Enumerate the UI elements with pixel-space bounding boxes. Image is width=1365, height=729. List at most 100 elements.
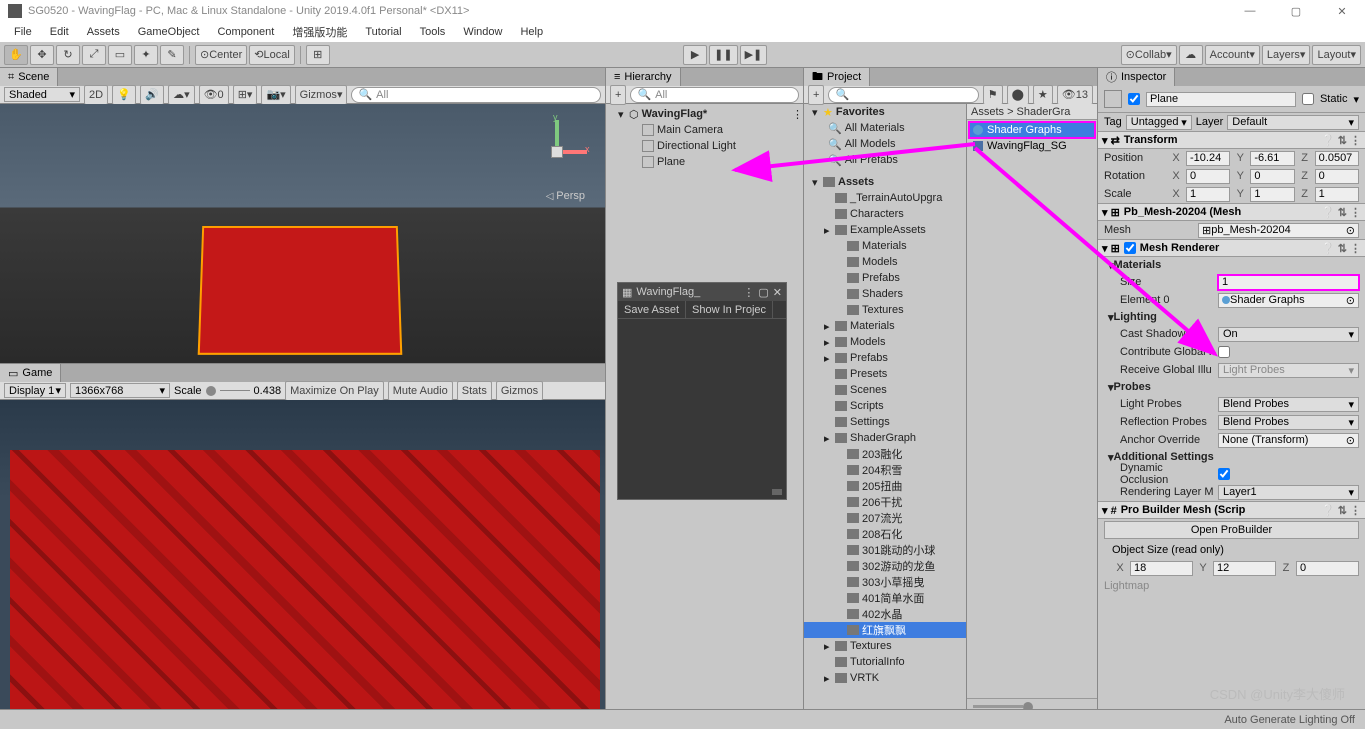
project-folder[interactable]: Prefabs xyxy=(804,270,966,286)
account-button[interactable]: Account ▾ xyxy=(1205,45,1260,65)
project-folder[interactable]: Scenes xyxy=(804,382,966,398)
cast-shadows-dropdown[interactable]: On▾ xyxy=(1218,327,1359,342)
play-button[interactable]: ▶ xyxy=(683,45,707,65)
hierarchy-search[interactable]: 🔍All xyxy=(630,87,799,103)
menu-file[interactable]: File xyxy=(6,24,40,40)
menu-assets[interactable]: Assets xyxy=(79,24,128,40)
assets-root[interactable]: ▾Assets xyxy=(804,174,966,190)
asset-wavingflag-sg[interactable]: WavingFlag_SG xyxy=(969,138,1095,154)
layout-button[interactable]: Layout ▾ xyxy=(1312,45,1361,65)
project-folder[interactable]: Shaders xyxy=(804,286,966,302)
maximize-on-play[interactable]: Maximize On Play xyxy=(285,381,384,401)
pivot-local-toggle[interactable]: ⟲Local xyxy=(249,45,295,65)
scale-x[interactable]: 1 xyxy=(1186,187,1230,202)
scene-gizmos-dropdown[interactable]: Gizmos▾ xyxy=(295,85,348,105)
mesh-field[interactable]: ⊞pb_Mesh-20204⊙ xyxy=(1198,223,1359,238)
fav-all-prefabs[interactable]: 🔍All Prefabs xyxy=(804,152,966,168)
project-folder[interactable]: 303小草摇曳 xyxy=(804,574,966,590)
project-folder[interactable]: 红旗飘飘 xyxy=(804,622,966,638)
menu-window[interactable]: Window xyxy=(455,24,510,40)
close-button[interactable]: ✕ xyxy=(1319,0,1365,22)
pos-y[interactable]: -6.61 xyxy=(1250,151,1294,166)
scene-search[interactable]: 🔍All xyxy=(351,87,601,103)
game-gizmos[interactable]: Gizmos xyxy=(496,381,543,401)
menu-tools[interactable]: Tools xyxy=(412,24,454,40)
snap-button[interactable]: ⊞ xyxy=(306,45,330,65)
asset-shader-graphs[interactable]: Shader Graphs xyxy=(969,122,1095,138)
rect-tool[interactable]: ▭ xyxy=(108,45,132,65)
resize-handle[interactable] xyxy=(772,489,782,495)
layer-dropdown[interactable]: Default▾ xyxy=(1227,115,1359,130)
project-folder[interactable]: 207流光 xyxy=(804,510,966,526)
orientation-gizmo[interactable]: y x xyxy=(525,120,589,184)
mesh-renderer-component[interactable]: ▾ ⊞Mesh Renderer❔ ⇅ ⋮ xyxy=(1098,239,1365,257)
project-folder[interactable]: ▸Prefabs xyxy=(804,350,966,366)
menu-tutorial[interactable]: Tutorial xyxy=(357,24,409,40)
scene-shading-dropdown[interactable]: Shaded▾ xyxy=(4,87,80,102)
scene-audio-icon[interactable]: 🔊 xyxy=(140,85,164,105)
hierarchy-item-plane[interactable]: Plane xyxy=(606,154,803,170)
tag-dropdown[interactable]: Untagged▾ xyxy=(1126,115,1192,130)
project-folder[interactable]: 205扭曲 xyxy=(804,478,966,494)
project-folder[interactable]: ▸ExampleAssets xyxy=(804,222,966,238)
project-folder[interactable]: ▸Textures xyxy=(804,638,966,654)
scene-grid-icon[interactable]: ⊞▾ xyxy=(233,85,258,105)
project-folder[interactable]: 208石化 xyxy=(804,526,966,542)
project-folder[interactable]: Presets xyxy=(804,366,966,382)
project-folder[interactable]: 203融化 xyxy=(804,446,966,462)
fav-all-materials[interactable]: 🔍All Materials xyxy=(804,120,966,136)
hierarchy-item-light[interactable]: Directional Light xyxy=(606,138,803,154)
move-tool[interactable]: ✥ xyxy=(30,45,54,65)
project-breadcrumb[interactable]: Assets > ShaderGra xyxy=(967,104,1097,120)
materials-size[interactable]: 1 xyxy=(1218,275,1359,290)
light-probes-dropdown[interactable]: Blend Probes▾ xyxy=(1218,397,1359,412)
pos-x[interactable]: -10.24 xyxy=(1186,151,1230,166)
layers-button[interactable]: Layers ▾ xyxy=(1262,45,1311,65)
scene-camera-icon[interactable]: 📷▾ xyxy=(261,85,290,105)
mute-audio[interactable]: Mute Audio xyxy=(388,381,453,401)
dynamic-occlusion-checkbox[interactable] xyxy=(1218,468,1230,480)
project-folder[interactable]: _TerrainAutoUpgra xyxy=(804,190,966,206)
save-asset-button[interactable]: Save Asset xyxy=(618,301,686,318)
transform-component[interactable]: ▾ ⇄Transform❔ ⇅ ⋮ xyxy=(1098,131,1365,149)
stats-button[interactable]: Stats xyxy=(457,381,492,401)
maximize-button[interactable]: ▢ xyxy=(1273,0,1319,22)
rendering-layer-dropdown[interactable]: Layer1▾ xyxy=(1218,485,1359,500)
game-display-dropdown[interactable]: Display 1▾ xyxy=(4,383,66,398)
persp-label[interactable]: ◁ Persp xyxy=(546,190,585,202)
lighting-foldout[interactable]: ▾ Lighting xyxy=(1098,309,1365,325)
open-probuilder-button[interactable]: Open ProBuilder xyxy=(1104,521,1359,539)
project-folder[interactable]: ▸VRTK xyxy=(804,670,966,686)
rot-z[interactable]: 0 xyxy=(1315,169,1359,184)
anchor-override-field[interactable]: None (Transform)⊙ xyxy=(1218,433,1359,448)
project-folder[interactable]: TutorialInfo xyxy=(804,654,966,670)
menu-edit[interactable]: Edit xyxy=(42,24,77,40)
reflection-probes-dropdown[interactable]: Blend Probes▾ xyxy=(1218,415,1359,430)
project-search[interactable]: 🔍 xyxy=(828,87,978,103)
menu-help[interactable]: Help xyxy=(512,24,551,40)
scene-menu-icon[interactable]: ⋮ xyxy=(792,108,803,121)
object-name-field[interactable]: Plane xyxy=(1146,92,1296,107)
project-folder[interactable]: 402水晶 xyxy=(804,606,966,622)
filter-fav-icon[interactable]: ★ xyxy=(1033,85,1053,105)
project-create[interactable]: + xyxy=(808,85,824,105)
active-checkbox[interactable] xyxy=(1128,93,1140,105)
shadergraph-window[interactable]: ▦WavingFlag_⋮▢✕ Save AssetShow In Projec xyxy=(617,282,787,500)
step-button[interactable]: ▶❚ xyxy=(740,45,768,65)
float-maximize-icon[interactable]: ▢ xyxy=(758,286,768,299)
scale-slider[interactable] xyxy=(206,386,216,396)
pos-z[interactable]: 0.0507 xyxy=(1315,151,1359,166)
fav-all-models[interactable]: 🔍All Models xyxy=(804,136,966,152)
scene-lighting-icon[interactable]: 💡 xyxy=(112,85,136,105)
scene-view[interactable]: y x ◁ Persp xyxy=(0,104,605,364)
scale-tool[interactable]: ⤢ xyxy=(82,45,106,65)
static-checkbox[interactable] xyxy=(1302,93,1314,105)
meshrenderer-enabled[interactable] xyxy=(1124,242,1136,254)
filter-icon[interactable]: ⚑ xyxy=(983,85,1003,105)
menu-enhanced[interactable]: 增强版功能 xyxy=(284,22,355,42)
favorites-header[interactable]: ▾★Favorites xyxy=(804,104,966,120)
cloud-button[interactable]: ☁ xyxy=(1179,45,1203,65)
rotate-tool[interactable]: ↻ xyxy=(56,45,80,65)
project-folder[interactable]: Characters xyxy=(804,206,966,222)
scene-fx-icon[interactable]: ☁▾ xyxy=(168,85,195,105)
